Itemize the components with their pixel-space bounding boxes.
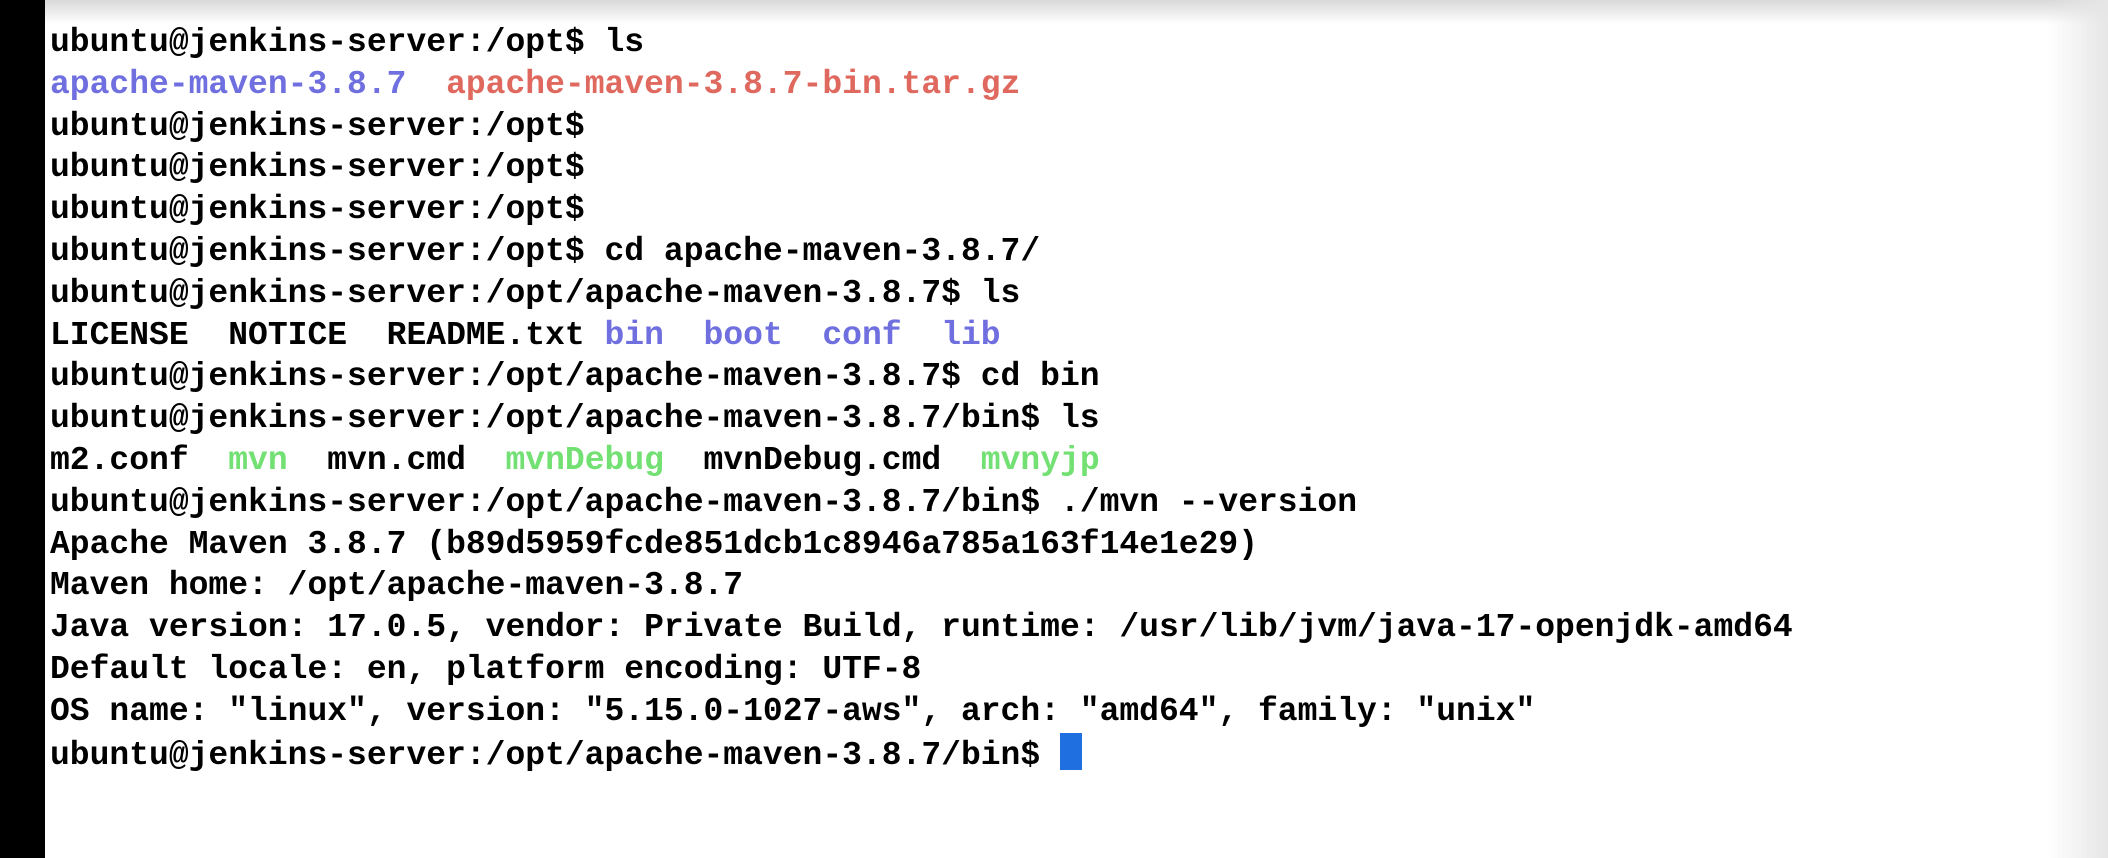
directory-name: boot (703, 316, 783, 354)
output-text: Default locale: en, platform encoding: U… (50, 650, 922, 688)
plain-text: mvn.cmd (287, 441, 506, 479)
archive-file-name: apache-maven-3.8.7-bin.tar.gz (446, 65, 1021, 103)
executable-file-name: mvnyjp (980, 441, 1100, 479)
plain-text (902, 317, 942, 354)
terminal-line: ubuntu@jenkins-server:/opt$ ls (50, 22, 1793, 64)
terminal-line: ubuntu@jenkins-server:/opt/apache-maven-… (50, 398, 1793, 440)
plain-text (664, 317, 704, 354)
prompt-command: ubuntu@jenkins-server:/opt/apache-maven-… (50, 358, 1100, 396)
screen: ubuntu@jenkins-server:/opt$ ls apache-mav… (0, 0, 2108, 858)
terminal-line: m2.conf mvn mvn.cmd mvnDebug mvnDebug.cm… (50, 440, 1793, 482)
terminal-window[interactable]: ubuntu@jenkins-server:/opt$ ls apache-mav… (45, 0, 2108, 858)
prompt-command: ubuntu@jenkins-server:/opt$ (50, 107, 585, 145)
output-text: Apache Maven 3.8.7 (b89d5959fcde851dcb1c… (50, 525, 1258, 563)
terminal-line: ubuntu@jenkins-server:/opt$ (50, 106, 1793, 148)
output-text: Java version: 17.0.5, vendor: Private Bu… (50, 609, 1793, 647)
terminal-line: ubuntu@jenkins-server:/opt$ (50, 147, 1793, 189)
plain-text: LICENSE NOTICE README.txt (50, 316, 605, 354)
directory-name: apache-maven-3.8.7 (50, 65, 407, 103)
terminal-line: Maven home: /opt/apache-maven-3.8.7 (50, 565, 1793, 607)
terminal-line: Default locale: en, platform encoding: U… (50, 649, 1793, 691)
plain-text: m2.conf (50, 441, 229, 479)
directory-name: bin (604, 316, 664, 354)
plain-text (783, 317, 823, 354)
prompt-command: ubuntu@jenkins-server:/opt/apache-maven-… (50, 400, 1100, 438)
prompt-command: ubuntu@jenkins-server:/opt$ ls (50, 24, 645, 61)
top-edge-shadow (45, 0, 2108, 24)
terminal-line: ubuntu@jenkins-server:/opt$ (50, 189, 1793, 231)
text-cursor (1059, 732, 1082, 770)
terminal-line: ubuntu@jenkins-server:/opt/apache-maven-… (50, 356, 1793, 398)
directory-name: conf (822, 316, 902, 354)
terminal-line: apache-maven-3.8.7 apache-maven-3.8.7-bi… (50, 64, 1793, 106)
terminal-line: Apache Maven 3.8.7 (b89d5959fcde851dcb1c… (50, 524, 1793, 566)
prompt-command: ubuntu@jenkins-server:/opt$ (50, 149, 585, 187)
terminal-line: Java version: 17.0.5, vendor: Private Bu… (50, 607, 1793, 649)
prompt-command: ubuntu@jenkins-server:/opt/apache-maven-… (50, 274, 1021, 312)
prompt-command: ubuntu@jenkins-server:/opt$ cd apache-ma… (50, 232, 1041, 270)
right-edge-shadow (2048, 0, 2108, 858)
terminal-line: LICENSE NOTICE README.txt bin boot conf … (50, 315, 1793, 357)
output-text: Maven home: /opt/apache-maven-3.8.7 (50, 567, 744, 605)
prompt-command: ubuntu@jenkins-server:/opt$ (50, 191, 585, 229)
plain-text: mvnDebug.cmd (663, 441, 981, 479)
plain-text (406, 66, 446, 103)
prompt-command: ubuntu@jenkins-server:/opt/apache-maven-… (50, 483, 1358, 521)
terminal-line: ubuntu@jenkins-server:/opt/apache-maven-… (50, 273, 1793, 315)
executable-file-name: mvn (228, 441, 288, 479)
directory-name: lib (941, 316, 1001, 354)
terminal-output[interactable]: ubuntu@jenkins-server:/opt$ ls apache-mav… (50, 22, 1793, 774)
terminal-line: ubuntu@jenkins-server:/opt/apache-maven-… (50, 482, 1793, 524)
terminal-line: ubuntu@jenkins-server:/opt$ cd apache-ma… (50, 231, 1793, 273)
terminal-line: ubuntu@jenkins-server:/opt/apache-maven-… (50, 732, 1793, 775)
prompt-command: ubuntu@jenkins-server:/opt/apache-maven-… (50, 736, 1060, 774)
executable-file-name: mvnDebug (505, 441, 664, 479)
output-text: OS name: "linux", version: "5.15.0-1027-… (50, 692, 1536, 730)
terminal-line: OS name: "linux", version: "5.15.0-1027-… (50, 691, 1793, 733)
